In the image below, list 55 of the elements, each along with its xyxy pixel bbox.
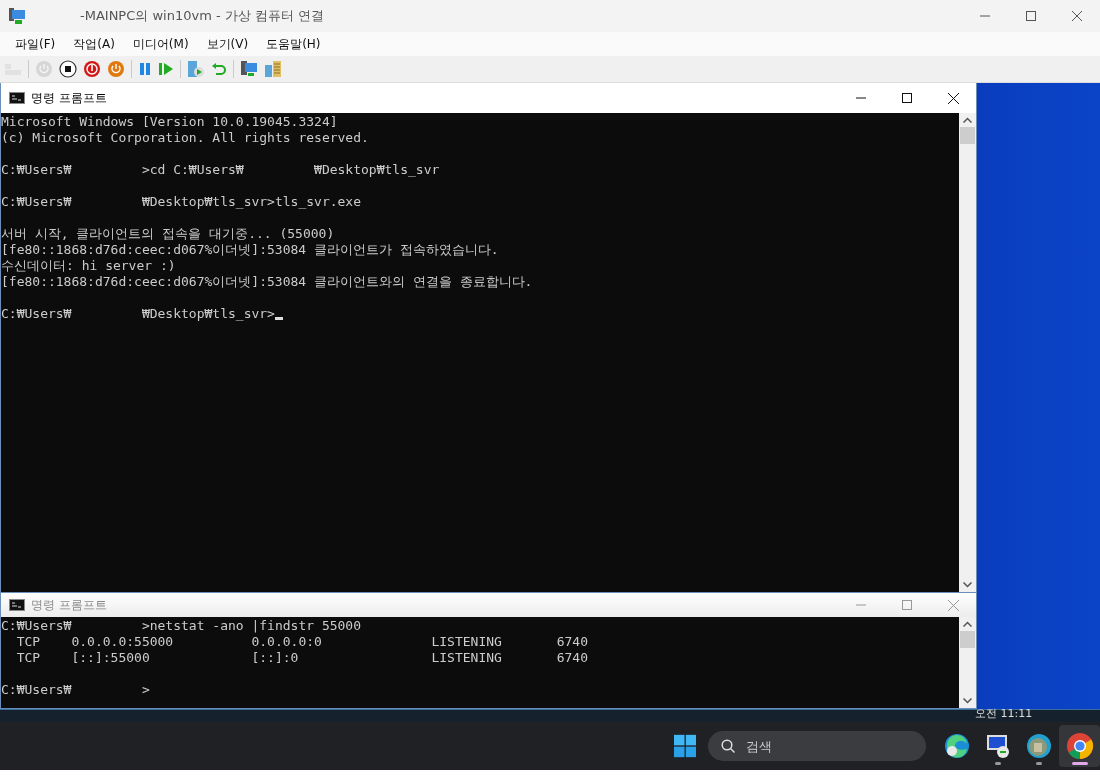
maximize-icon [902,600,912,610]
maximize-icon [902,93,912,103]
close-icon [947,92,959,104]
scrollbar[interactable] [959,617,976,708]
monitor-icon[interactable] [240,60,258,78]
window-title: -MAINPC의 win10vm - 가상 컴퓨터 연결 [80,7,325,25]
menu-item[interactable]: 작업(A) [64,35,124,53]
menu-item[interactable]: 보기(V) [197,35,258,53]
console-line: 서버 시작, 클라이언트의 접속을 대기중... (55000) [1,226,336,242]
power-icon[interactable] [107,60,125,78]
stop-icon[interactable] [59,60,77,78]
pause-icon[interactable] [138,61,152,77]
menu-item[interactable]: 미디어(M) [123,35,198,53]
scroll-thumb[interactable] [960,127,975,144]
scrollbar[interactable] [959,113,976,592]
shutdown-icon[interactable] [83,60,101,78]
caret-down-icon[interactable] [963,582,972,588]
checkpoint-icon[interactable] [187,60,205,78]
console-line: C:₩Users₩ > [1,682,151,698]
menu-item[interactable]: 도움말(H) [257,35,330,53]
caret-up-icon[interactable] [963,117,972,123]
close-icon [947,599,959,611]
browser-icon[interactable] [943,733,970,759]
console-line: 수신데이터: hi server :) [1,258,177,274]
browser-icon[interactable] [1025,733,1052,759]
chrome-icon[interactable] [1065,732,1094,760]
console-line: (c) Microsoft Corporation. All rights reserved. [1,130,370,146]
window-title: 명령 프롬프트 [31,89,108,107]
caret-up-icon[interactable] [963,621,972,627]
console-line: [fe80::1868:d76d:ceec:d067%이더넷]:53084 클라이언트가 접속하였습니다. [1,242,500,258]
remote-desktop-icon[interactable] [984,733,1011,759]
console-line: TCP 0.0.0.0:55000 0.0.0.0:0 LISTENING 6740 [15,634,589,650]
menu-item[interactable]: 파일(F) [6,35,65,53]
play-icon[interactable] [158,61,174,77]
search-field[interactable]: 검색 [708,731,927,761]
close-icon [1072,11,1082,21]
console-line: C:₩Users₩ >netstat -ano |findstr 55000 [1,618,363,634]
maximize-icon [1026,11,1036,21]
caret-down-icon[interactable] [963,698,972,704]
server-icon[interactable] [264,60,282,78]
console-line: C:₩Users₩ ₩Desktop₩tls_svr> [1,306,959,322]
console-line: C:₩Users₩ ₩Desktop₩tls_svr>tls_svr.exe [1,194,363,210]
terminal-icon [9,92,25,104]
window-title: 명령 프롬프트 [31,596,108,614]
search-icon [721,739,737,754]
clock-text: 오전 11:11 [975,708,1033,720]
console-line: TCP [::]:55000 [::]:0 LISTENING 6740 [15,650,589,666]
console-line: [fe80::1868:d76d:ceec:d067%이더넷]:53084 클라이언트와의 연결을 종료합니다. [1,274,534,290]
undo-icon[interactable] [211,61,227,77]
console-line: C:₩Users₩ >cd C:₩Users₩ ₩Desktop₩tls_svr [1,162,441,178]
terminal-icon [9,599,25,611]
windows-start-icon[interactable] [674,734,697,758]
console-line: Microsoft Windows [Version 10.0.19045.3324] [1,114,339,130]
monitor-icon [8,7,26,25]
scroll-thumb[interactable] [960,631,975,648]
